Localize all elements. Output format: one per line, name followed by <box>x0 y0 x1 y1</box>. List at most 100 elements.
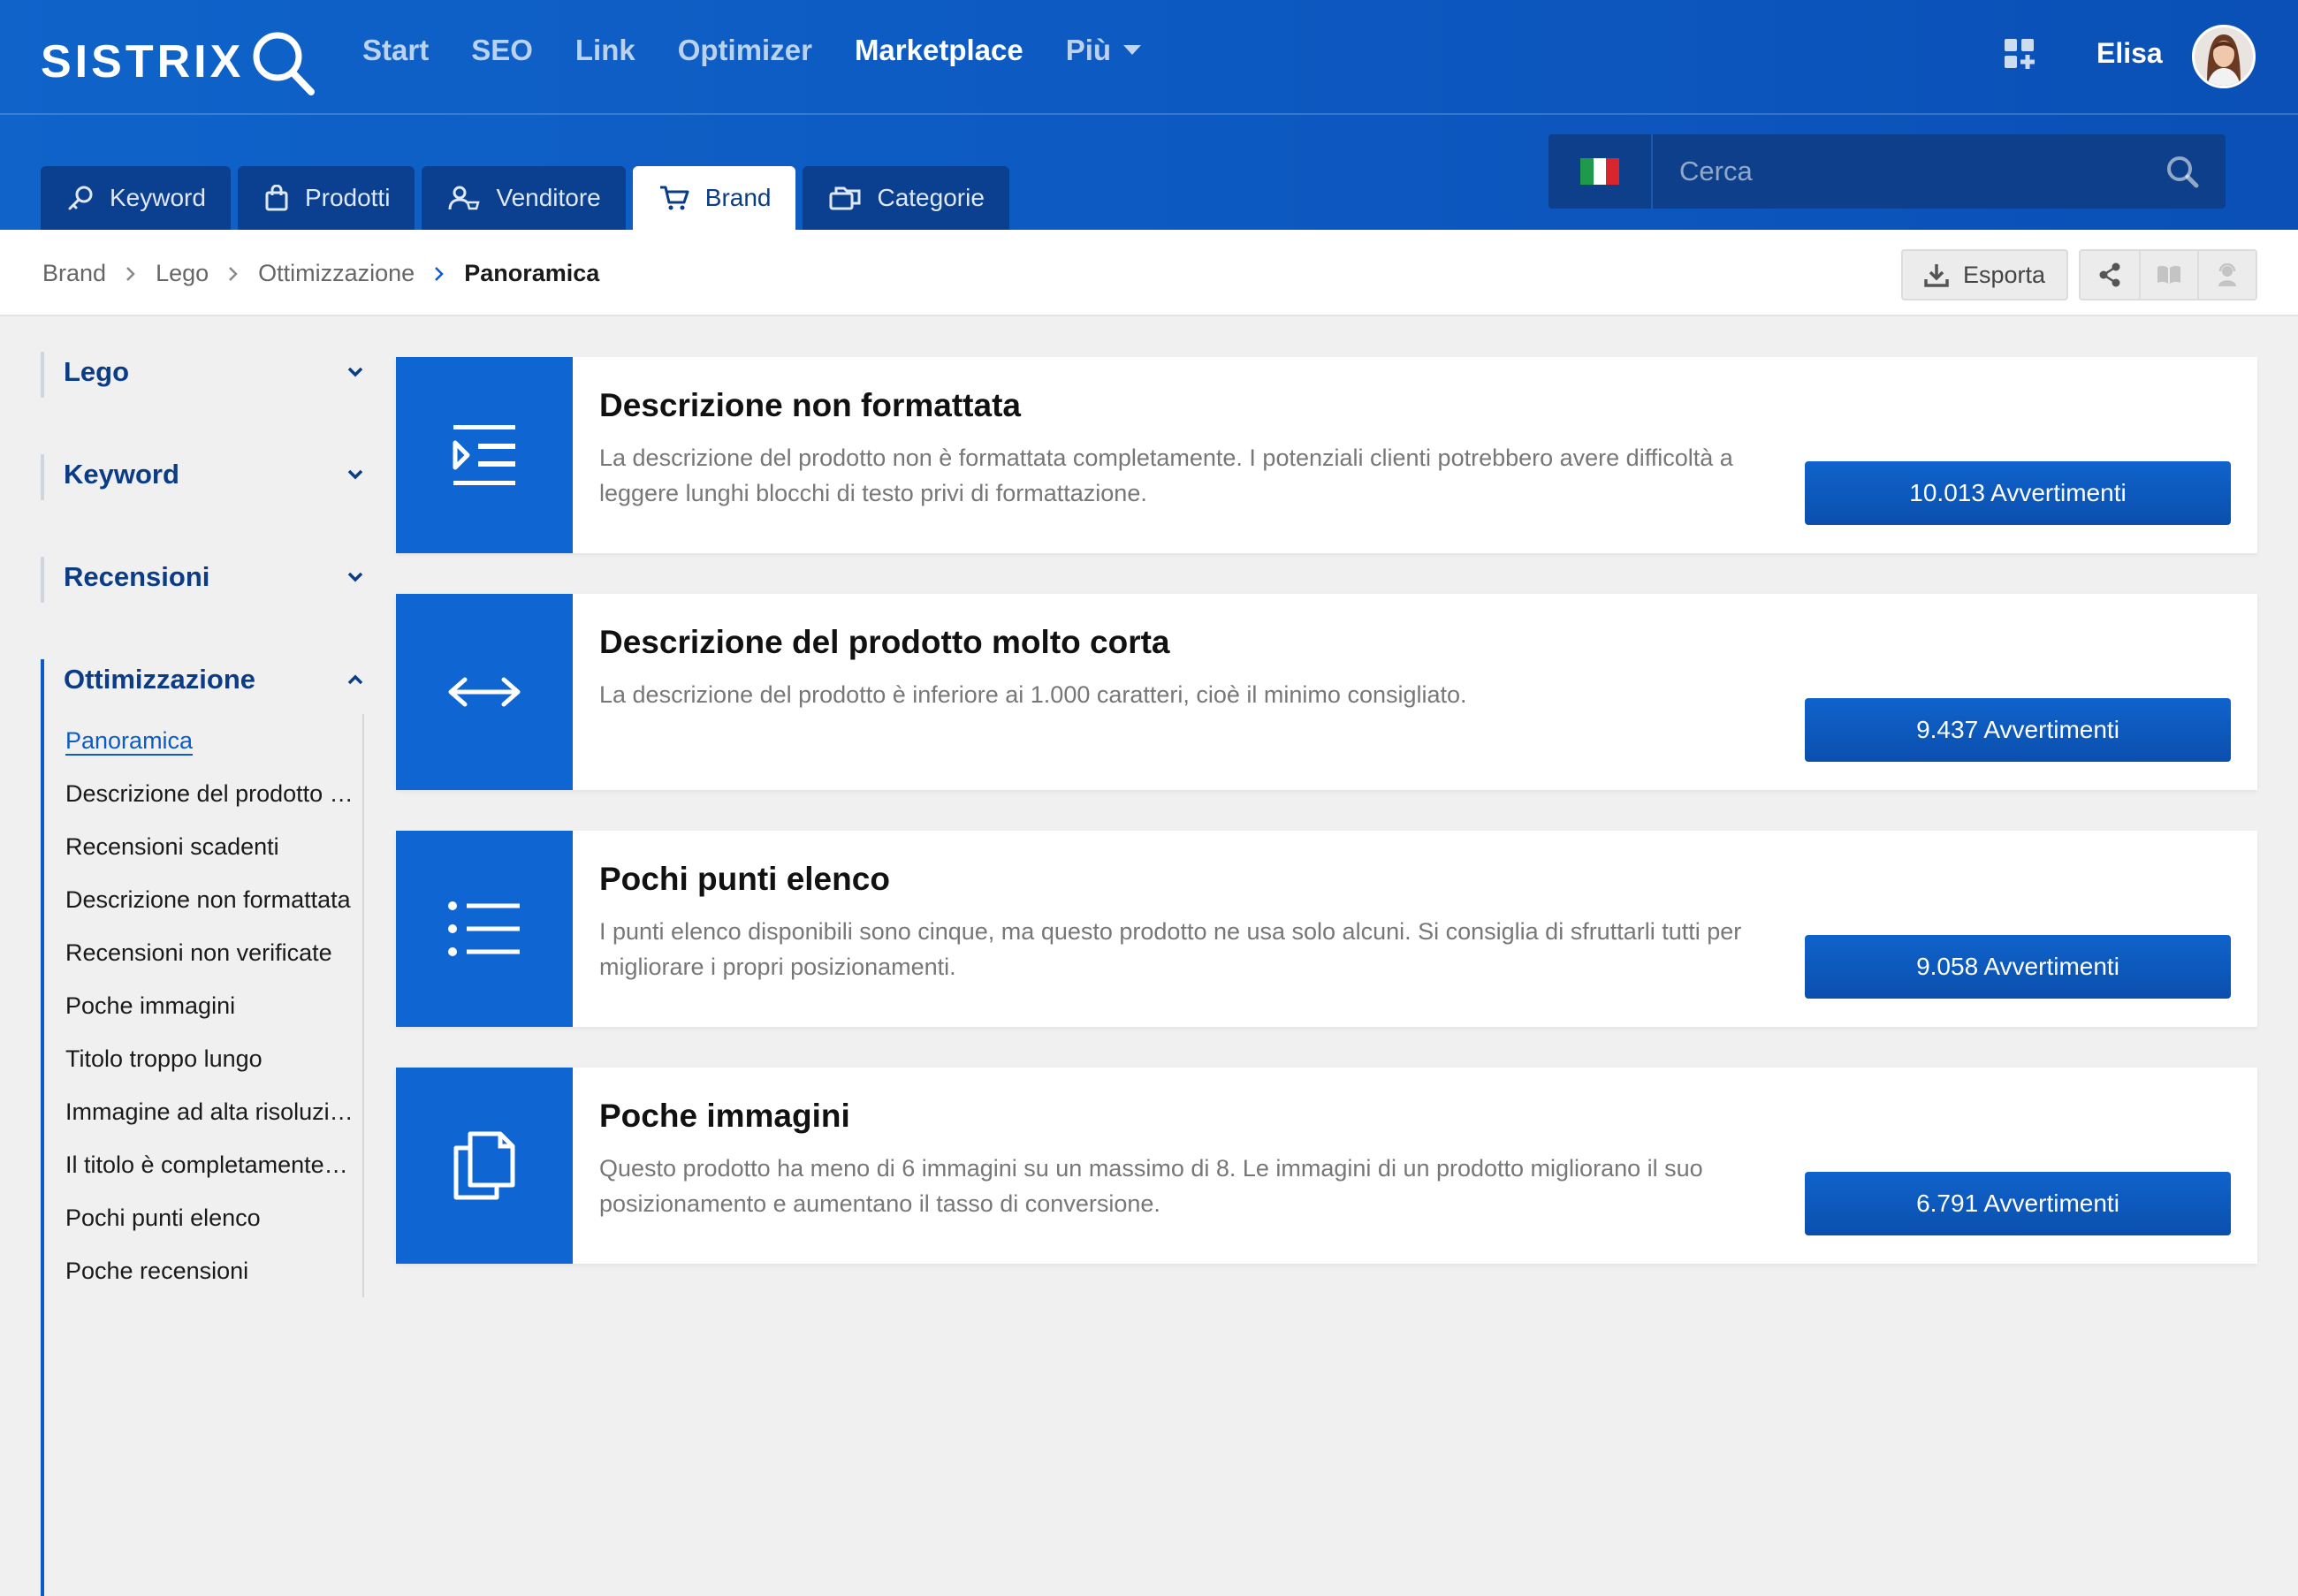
avatar[interactable] <box>2192 25 2256 88</box>
search-icon[interactable] <box>2165 155 2199 188</box>
card-title: Descrizione del prodotto molto corta <box>599 624 1170 660</box>
cart-icon <box>659 186 689 210</box>
sidebar-section-lego: Lego <box>41 345 366 399</box>
share-button[interactable] <box>2081 251 2139 299</box>
tab-keyword-label: Keyword <box>110 184 206 211</box>
sidebar: Lego Keyword Recensioni Ottimizzazione P… <box>41 345 366 1596</box>
card-title: Poche immagini <box>599 1098 850 1134</box>
support-button[interactable] <box>2197 251 2256 299</box>
chevron-right-icon <box>435 266 444 281</box>
breadcrumb-bar: Brand Lego Ottimizzazione Panoramica Esp… <box>0 230 2298 316</box>
key-icon <box>68 186 93 210</box>
chevron-right-icon <box>126 266 135 281</box>
header: SISTRIX Start SEO Link Optimizer Marketp… <box>0 0 2298 230</box>
top-navigation: Start SEO Link Optimizer Marketplace Più <box>362 34 1142 67</box>
sidebar-item[interactable]: Poche recensioni <box>65 1244 362 1297</box>
seller-icon <box>448 186 481 210</box>
sidebar-section-recensioni: Recensioni <box>41 550 366 604</box>
sidebar-section-ottimizzazione-header[interactable]: Ottimizzazione <box>64 652 366 707</box>
share-button-group <box>2079 249 2257 300</box>
warning-card: Pochi punti elenco I punti elenco dispon… <box>396 831 2257 1027</box>
chevron-right-icon <box>229 266 238 281</box>
sidebar-section-lego-header[interactable]: Lego <box>64 345 366 399</box>
warnings-button[interactable]: 9.058 Avvertimenti <box>1805 935 2231 999</box>
nav-seo[interactable]: SEO <box>471 34 533 67</box>
book-icon <box>2157 265 2180 284</box>
copy-icon <box>396 1068 573 1264</box>
sidebar-item-label: Panoramica <box>65 727 194 756</box>
tab-categorie[interactable]: Categorie <box>803 166 1009 230</box>
sidebar-item[interactable]: Descrizione non formattata <box>65 873 362 926</box>
nav-marketplace[interactable]: Marketplace <box>855 34 1023 67</box>
apps-grid-icon[interactable] <box>2005 39 2035 73</box>
tab-keyword[interactable]: Keyword <box>41 166 231 230</box>
folders-icon <box>829 186 861 210</box>
search-input[interactable] <box>1653 134 2165 209</box>
export-button[interactable]: Esporta <box>1900 249 2068 300</box>
sidebar-section-ottimizzazione: Ottimizzazione Panoramica Descrizione de… <box>41 652 366 1596</box>
chevron-down-icon <box>347 469 363 480</box>
breadcrumb-current: Panoramica <box>464 260 600 286</box>
sidebar-item[interactable]: Immagine ad alta risoluzione mancante <box>65 1085 362 1138</box>
nav-optimizer[interactable]: Optimizer <box>678 34 812 67</box>
sidebar-item[interactable]: Descrizione del prodotto molto corta <box>65 767 362 820</box>
support-icon <box>2218 263 2236 286</box>
warning-card: Poche immagini Questo prodotto ha meno d… <box>396 1068 2257 1264</box>
tab-brand[interactable]: Brand <box>632 166 796 230</box>
nav-more[interactable]: Più <box>1065 34 1142 67</box>
warning-card: Descrizione del prodotto molto corta La … <box>396 594 2257 790</box>
list-icon <box>396 831 573 1027</box>
download-icon <box>1924 264 1949 287</box>
italy-flag-icon <box>1580 158 1620 185</box>
chevron-down-icon <box>347 367 363 377</box>
warning-card: Descrizione non formattata La descrizion… <box>396 357 2257 553</box>
nav-link[interactable]: Link <box>575 34 635 67</box>
card-description: La descrizione del prodotto è inferiore … <box>599 681 1467 708</box>
arrows-horizontal-icon <box>396 594 573 790</box>
sidebar-item-panoramica[interactable]: Panoramica <box>65 714 362 767</box>
country-selector[interactable] <box>1548 134 1653 209</box>
text-format-icon <box>396 357 573 553</box>
sidebar-section-title: Recensioni <box>64 561 210 592</box>
warnings-button[interactable]: 6.791 Avvertimenti <box>1805 1172 2231 1235</box>
warnings-button[interactable]: 9.437 Avvertimenti <box>1805 698 2231 762</box>
manual-button[interactable] <box>2139 251 2197 299</box>
sidebar-item[interactable]: Poche immagini <box>65 979 362 1032</box>
sidebar-item[interactable]: Recensioni non verificate <box>65 926 362 979</box>
card-description: La descrizione del prodotto non è format… <box>599 445 1733 506</box>
logo[interactable]: SISTRIX <box>41 27 316 97</box>
logo-text: SISTRIX <box>41 36 245 87</box>
tab-venditore[interactable]: Venditore <box>422 166 626 230</box>
tab-venditore-label: Venditore <box>496 184 601 211</box>
tab-prodotti[interactable]: Prodotti <box>237 166 415 230</box>
share-icon <box>2099 262 2120 287</box>
breadcrumb-brand[interactable]: Brand <box>42 260 106 287</box>
sidebar-item[interactable]: Titolo troppo lungo <box>65 1032 362 1085</box>
tab-bar: Keyword Prodotti Venditore Brand Categor… <box>41 166 1009 230</box>
chevron-down-icon <box>347 572 363 582</box>
nav-more-label: Più <box>1065 34 1112 66</box>
card-title: Descrizione non formattata <box>599 387 1021 423</box>
breadcrumb-lego[interactable]: Lego <box>156 260 209 287</box>
breadcrumb-ottimizzazione[interactable]: Ottimizzazione <box>258 260 415 287</box>
sidebar-item[interactable]: Il titolo è completamente in maiuscolo <box>65 1138 362 1191</box>
chevron-up-icon <box>347 674 363 685</box>
export-label: Esporta <box>1962 261 2045 288</box>
sidebar-section-title: Keyword <box>64 459 179 490</box>
card-description: I punti elenco disponibili sono cinque, … <box>599 918 1742 980</box>
warning-cards: Descrizione non formattata La descrizion… <box>396 357 2257 1304</box>
sidebar-section-keyword-header[interactable]: Keyword <box>64 447 366 502</box>
card-title: Pochi punti elenco <box>599 861 890 897</box>
nav-start[interactable]: Start <box>362 34 429 67</box>
breadcrumb: Brand Lego Ottimizzazione Panoramica <box>42 260 599 287</box>
magnifier-logo-icon <box>253 32 316 95</box>
warnings-button[interactable]: 10.013 Avvertimenti <box>1805 461 2231 525</box>
bag-icon <box>265 185 288 211</box>
sidebar-item[interactable]: Recensioni scadenti <box>65 820 362 873</box>
user-name[interactable]: Elisa <box>2096 37 2163 70</box>
sidebar-item[interactable]: Pochi punti elenco <box>65 1191 362 1244</box>
sidebar-section-recensioni-header[interactable]: Recensioni <box>64 550 366 604</box>
tab-categorie-label: Categorie <box>877 184 985 211</box>
caret-down-icon <box>1123 45 1142 55</box>
sidebar-section-keyword: Keyword <box>41 447 366 502</box>
